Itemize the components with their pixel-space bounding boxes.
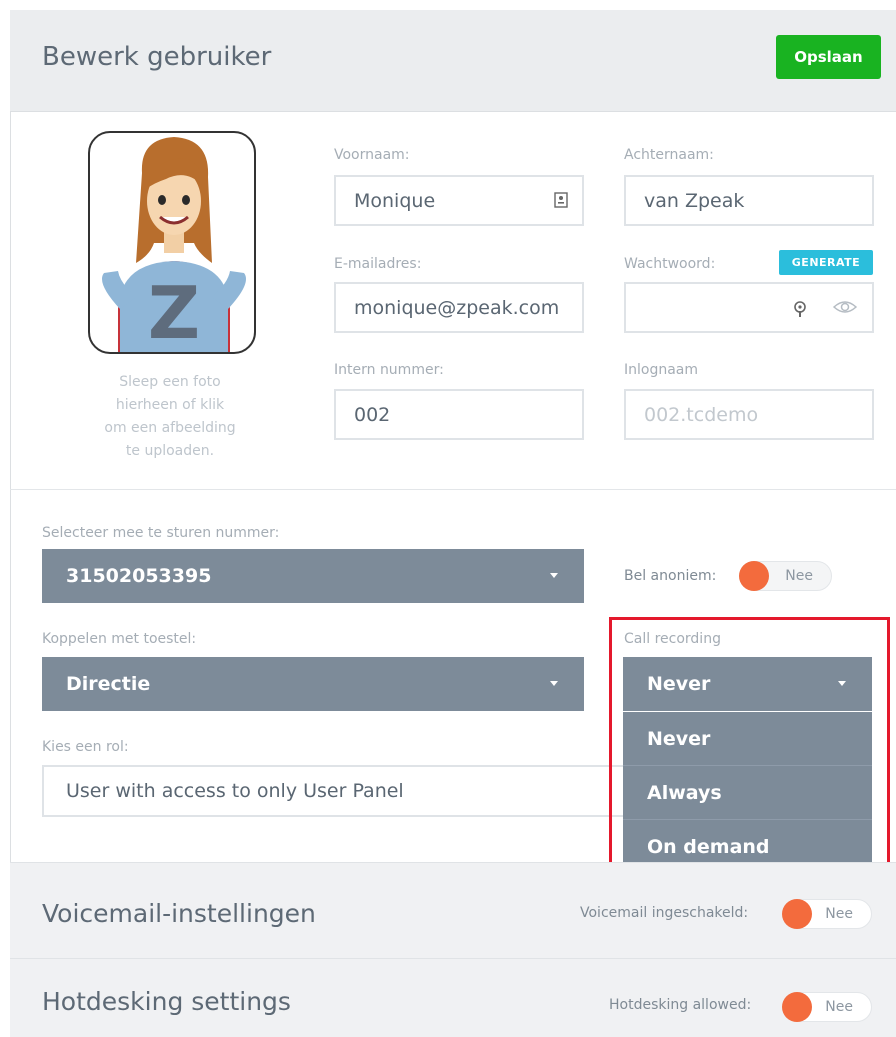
show-password-eye-icon[interactable]: [832, 298, 858, 316]
avatar-illustration: Z: [102, 137, 246, 354]
save-button[interactable]: Opslaan: [776, 35, 881, 79]
page-title: Bewerk gebruiker: [42, 42, 272, 72]
avatar-dropzone[interactable]: Z: [88, 131, 256, 354]
device-select[interactable]: Directie: [42, 657, 584, 711]
device-label: Koppelen met toestel:: [42, 631, 197, 647]
avatar-letter: Z: [148, 271, 200, 354]
caller-number-select[interactable]: 31502053395: [42, 549, 584, 603]
voicemail-toggle[interactable]: Nee: [782, 899, 872, 929]
first-name-label: Voornaam:: [334, 147, 410, 163]
last-name-value: van Zpeak: [644, 189, 745, 212]
anonymous-call-label: Bel anoniem:: [624, 568, 717, 584]
toggle-state: Nee: [825, 906, 853, 922]
voicemail-toggle-label: Voicemail ingeschakeld:: [580, 905, 749, 921]
email-value: monique@zpeak.com: [354, 296, 560, 319]
internal-number-field[interactable]: 002: [334, 389, 584, 440]
toggle-state: Nee: [785, 568, 813, 584]
caller-number-value: 31502053395: [66, 565, 212, 587]
anonymous-call-toggle[interactable]: Nee: [739, 561, 832, 591]
toggle-knob: [782, 899, 812, 929]
device-value: Directie: [66, 673, 151, 695]
hotdesking-section: Hotdesking settings: [10, 958, 896, 1037]
chevron-down-icon: [550, 681, 558, 686]
caption-line: hierheen of klik: [115, 397, 225, 413]
login-name-label: Inlognaam: [624, 362, 699, 378]
call-recording-highlight: [609, 617, 890, 883]
role-value: User with access to only User Panel: [66, 780, 404, 802]
role-label: Kies een rol:: [42, 739, 129, 755]
caller-number-label: Selecteer mee te sturen nummer:: [42, 525, 280, 541]
hotdesking-toggle[interactable]: Nee: [782, 992, 872, 1022]
first-name-field[interactable]: Monique: [334, 175, 584, 226]
hotdesking-toggle-label: Hotdesking allowed:: [609, 997, 752, 1013]
password-label: Wachtwoord:: [624, 256, 716, 272]
key-icon[interactable]: [792, 300, 808, 318]
first-name-value: Monique: [354, 189, 436, 212]
caption-line: te uploaden.: [125, 443, 215, 459]
panel-header: Bewerk gebruiker: [10, 10, 896, 112]
toggle-state: Nee: [825, 999, 853, 1015]
hotdesking-title: Hotdesking settings: [42, 987, 291, 1016]
generate-password-button[interactable]: GENERATE: [779, 250, 873, 275]
login-name-field[interactable]: 002.tcdemo: [624, 389, 874, 440]
divider: [10, 489, 896, 490]
toggle-knob: [782, 992, 812, 1022]
last-name-label: Achternaam:: [624, 147, 714, 163]
email-label: E-mailadres:: [334, 256, 422, 272]
caption-line: Sleep een foto: [119, 374, 221, 390]
internal-number-label: Intern nummer:: [334, 362, 444, 378]
login-name-placeholder: 002.tcdemo: [644, 403, 759, 426]
voicemail-title: Voicemail-instellingen: [42, 899, 316, 928]
email-field[interactable]: monique@zpeak.com: [334, 282, 584, 333]
role-select[interactable]: User with access to only User Panel: [42, 765, 642, 817]
internal-number-value: 002: [354, 403, 391, 426]
chevron-down-icon: [550, 573, 558, 578]
caption-line: om een afbeelding: [104, 420, 236, 436]
avatar-upload-hint: Sleep een foto hierheen of klik om een a…: [60, 371, 280, 463]
voicemail-section: Voicemail-instellingen: [10, 862, 896, 958]
contact-card-icon: [554, 192, 568, 208]
password-field[interactable]: [624, 282, 874, 333]
toggle-knob: [739, 561, 769, 591]
last-name-field[interactable]: van Zpeak: [624, 175, 874, 226]
